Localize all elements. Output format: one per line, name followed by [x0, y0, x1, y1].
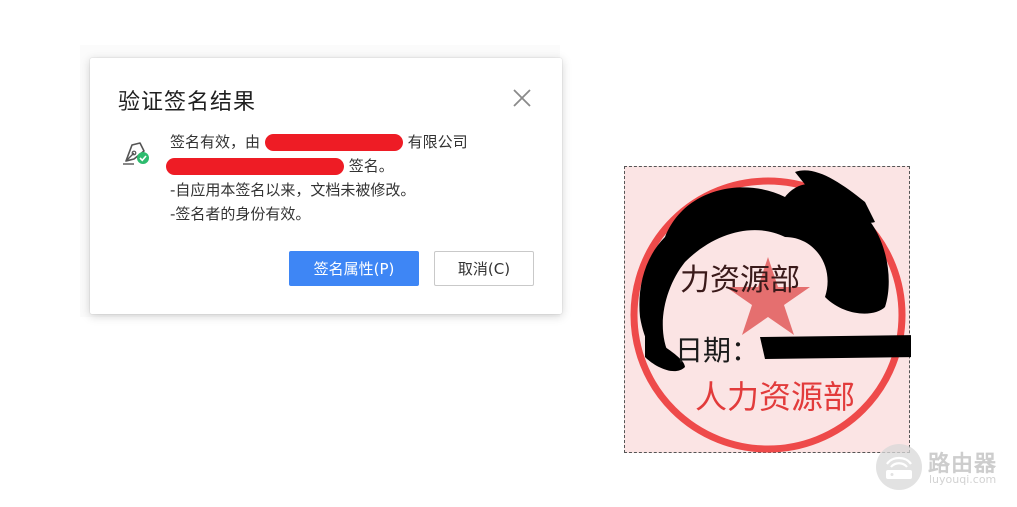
- verify-signature-dialog: 验证签名结果 签名有效，由 有限公司 签名。 -自应用本签名以来，文档未被修改。…: [90, 58, 562, 314]
- router-logo-icon: [876, 444, 922, 490]
- signature-properties-button[interactable]: 签名属性(P): [289, 251, 419, 286]
- message-signed-suffix: 签名。: [348, 157, 394, 175]
- message-line-2: 签名。: [166, 154, 468, 178]
- watermark-url: luyouqi.com: [929, 473, 997, 486]
- message-line-1: 签名有效，由 有限公司: [170, 130, 468, 154]
- message-company-suffix: 有限公司: [407, 133, 468, 151]
- pen-signature-icon: [123, 142, 149, 165]
- close-icon: [513, 89, 531, 107]
- redaction-mark: [264, 134, 403, 151]
- stamp-bottom-text: 人力资源部: [695, 378, 856, 416]
- close-button[interactable]: [510, 86, 534, 110]
- signature-message: 签名有效，由 有限公司 签名。 -自应用本签名以来，文档未被修改。 -签名者的身…: [166, 130, 468, 226]
- message-line-3: -自应用本签名以来，文档未被修改。: [170, 181, 416, 199]
- message-line-4: -签名者的身份有效。: [170, 205, 311, 223]
- signature-stamp[interactable]: 力资源部 日期： 人力资源部: [624, 166, 911, 453]
- redaction-mark: [166, 158, 344, 175]
- message-valid-prefix: 签名有效，由: [170, 133, 261, 151]
- cancel-button[interactable]: 取消(C): [434, 251, 534, 286]
- stamp-date-label: 日期：: [675, 334, 760, 367]
- dialog-title: 验证签名结果: [118, 90, 257, 115]
- site-watermark: 路由器 luyouqi.com: [874, 442, 1014, 492]
- stamp-top-text: 力资源部: [680, 263, 800, 298]
